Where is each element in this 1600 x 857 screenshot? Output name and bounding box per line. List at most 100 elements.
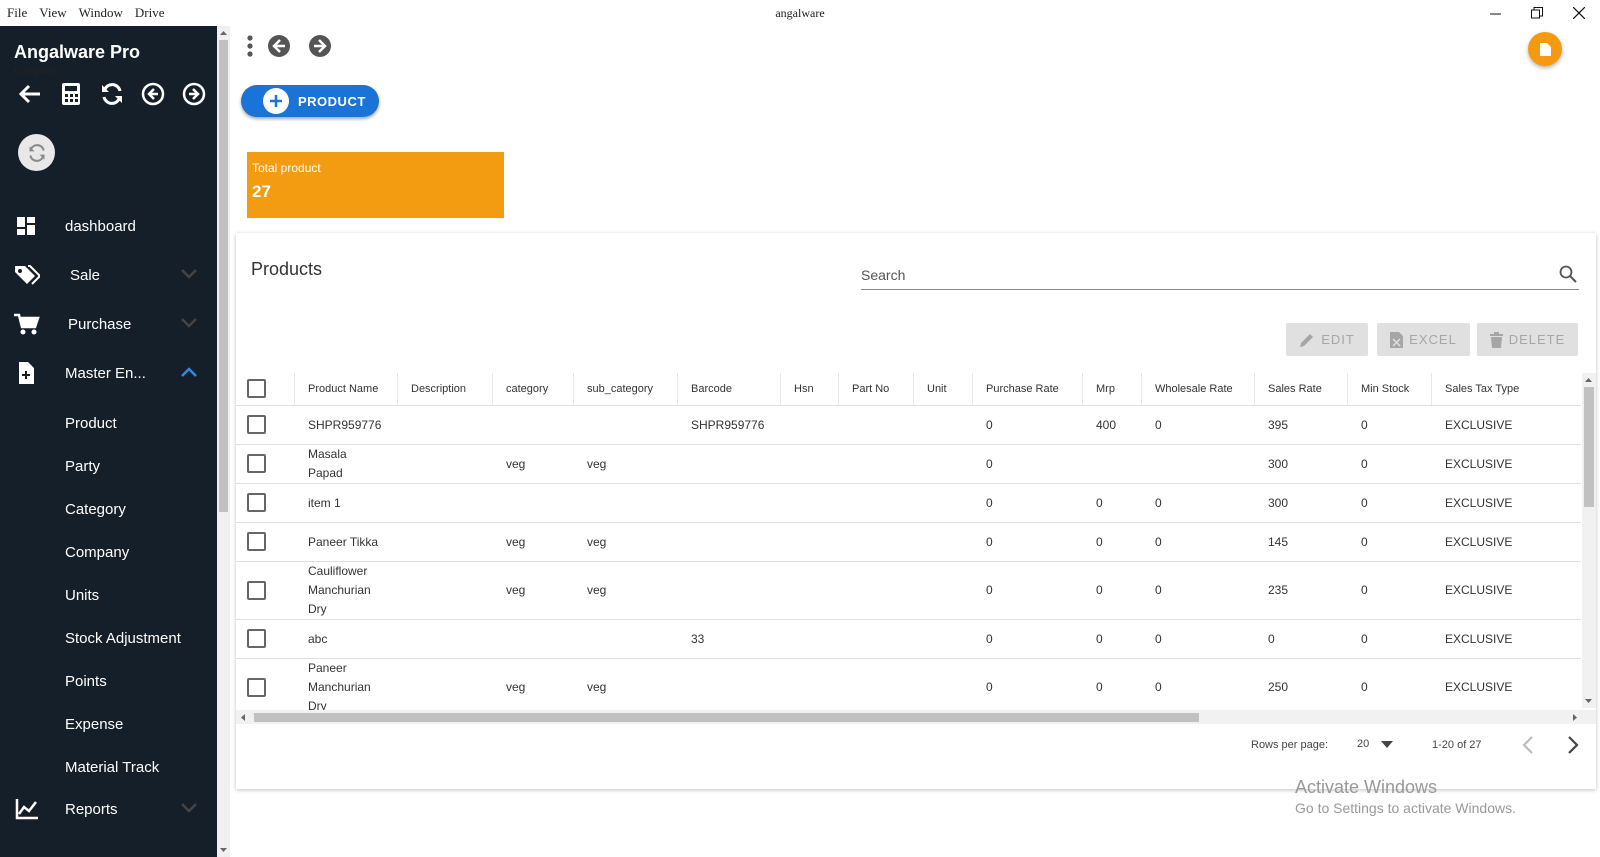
chart-line-icon — [15, 799, 38, 820]
column-header[interactable]: Barcode — [678, 373, 781, 406]
select-all-checkbox[interactable] — [247, 379, 266, 398]
delete-label: DELETE — [1508, 332, 1566, 347]
column-header[interactable]: Description — [398, 373, 493, 406]
column-header[interactable]: category — [493, 373, 574, 406]
trash-icon — [1489, 331, 1503, 348]
sidebar-subitem-expense[interactable]: Expense — [65, 716, 123, 733]
sidebar-subitem-material-track[interactable]: Material Track — [65, 759, 159, 776]
column-header[interactable]: Sales Tax Type — [1432, 373, 1581, 406]
scrollbar-thumb[interactable] — [219, 40, 228, 512]
sidebar-item-purchase[interactable]: Purchase — [0, 304, 210, 344]
cell-tax-type: EXCLUSIVE — [1445, 417, 1513, 432]
row-checkbox[interactable] — [247, 581, 266, 600]
title-bar: File View Window Drive angalware — [0, 0, 1600, 26]
circle-forward-icon[interactable] — [182, 82, 206, 106]
column-header[interactable]: Purchase Rate — [973, 373, 1083, 406]
pencil-icon — [1300, 333, 1314, 347]
cell-category: veg — [506, 534, 526, 549]
column-header[interactable]: sub_category — [574, 373, 678, 406]
circle-forward-icon[interactable] — [308, 34, 332, 58]
refresh-button[interactable] — [18, 134, 55, 171]
scroll-down-arrow-icon[interactable] — [1585, 698, 1592, 704]
table-row[interactable]: abc 33 0 0 0 0 0 EXCLUSIVE — [236, 620, 1581, 659]
cell-sales-rate: 0 — [1268, 631, 1275, 646]
sidebar-item-dashboard[interactable]: dashboard — [0, 206, 210, 246]
scroll-right-arrow-icon[interactable] — [1572, 714, 1578, 721]
table-row[interactable]: Paneer Tikka veg veg 0 0 0 145 0 EXCLUSI… — [236, 523, 1581, 562]
row-checkbox[interactable] — [247, 454, 266, 473]
row-checkbox[interactable] — [247, 678, 266, 697]
delete-button[interactable]: DELETE — [1477, 323, 1578, 356]
table-row[interactable]: Paneer Manchurian Dry veg veg 0 0 0 250 … — [236, 659, 1581, 717]
close-window-button[interactable] — [1558, 0, 1600, 26]
sidebar-subitem-points[interactable]: Points — [65, 673, 107, 690]
cell-tax-type: EXCLUSIVE — [1445, 495, 1513, 510]
chevron-right-icon[interactable] — [1567, 736, 1579, 754]
cell-sales-rate: 300 — [1268, 456, 1289, 471]
sidebar-subitem-category[interactable]: Category — [65, 501, 126, 518]
sync-icon[interactable] — [100, 82, 124, 106]
excel-button[interactable]: EXCEL — [1377, 323, 1470, 356]
circle-back-icon[interactable] — [141, 82, 165, 106]
column-header[interactable]: Wholesale Rate — [1142, 373, 1255, 406]
more-vert-icon[interactable] — [247, 35, 253, 57]
edit-label: EDIT — [1321, 332, 1355, 347]
scroll-down-arrow-icon[interactable] — [220, 847, 227, 853]
restore-button[interactable] — [1516, 0, 1558, 26]
row-checkbox[interactable] — [247, 532, 266, 551]
table-row[interactable]: Cauliflower Manchurian Dry veg veg 0 0 0… — [236, 562, 1581, 620]
search-input[interactable]: Search — [861, 263, 1579, 290]
document-fab-button[interactable] — [1528, 32, 1562, 66]
cell-wholesale-rate: 0 — [1155, 631, 1162, 646]
chevron-left-icon[interactable] — [1522, 736, 1534, 754]
back-arrow-icon[interactable] — [18, 82, 42, 106]
sidebar-subitem-party[interactable]: Party — [65, 458, 100, 475]
column-header[interactable]: Product Name — [295, 373, 398, 406]
header-select-cell — [236, 373, 295, 406]
scrollbar-thumb[interactable] — [1584, 387, 1594, 507]
rows-per-page-select[interactable]: 20 — [1357, 738, 1394, 750]
scroll-left-arrow-icon[interactable] — [240, 714, 246, 721]
sidebar-item-master-entry[interactable]: Master En... — [0, 353, 210, 393]
table-row[interactable]: SHPR959776 SHPR959776 0 400 0 395 0 EXCL… — [236, 406, 1581, 445]
column-header[interactable]: Sales Rate — [1255, 373, 1348, 406]
cell-product-name: Cauliflower Manchurian Dry — [308, 564, 371, 616]
cell-wholesale-rate: 0 — [1155, 583, 1162, 597]
calculator-icon[interactable] — [59, 82, 83, 106]
table-horizontal-scrollbar[interactable] — [236, 710, 1596, 724]
search-icon[interactable] — [1559, 265, 1577, 283]
top-toolbar — [247, 34, 332, 58]
sidebar-subitem-company[interactable]: Company — [65, 544, 129, 561]
circle-back-icon[interactable] — [267, 34, 291, 58]
scroll-up-arrow-icon[interactable] — [1585, 377, 1592, 383]
minimize-button[interactable] — [1474, 0, 1516, 26]
row-checkbox[interactable] — [247, 493, 266, 512]
cell-category: veg — [506, 583, 526, 597]
table-row[interactable]: Masala Papad veg veg 0 300 0 EXCLUSIVE — [236, 445, 1581, 484]
column-header[interactable]: Min Stock — [1348, 373, 1432, 406]
scroll-up-arrow-icon[interactable] — [220, 30, 227, 36]
cell-min-stock: 0 — [1361, 495, 1368, 510]
column-header[interactable]: Mrp — [1083, 373, 1142, 406]
sidebar-scrollbar[interactable] — [217, 26, 230, 857]
cell-sales-rate: 395 — [1268, 417, 1289, 432]
products-table: Product Name Description category sub_ca… — [236, 373, 1581, 718]
sidebar-item-label: Reports — [65, 800, 118, 818]
window-title: angalware — [775, 6, 825, 20]
table-vertical-scrollbar[interactable] — [1582, 373, 1596, 708]
scrollbar-thumb[interactable] — [254, 713, 1199, 722]
column-header[interactable]: Unit — [914, 373, 973, 406]
sidebar-item-sale[interactable]: Sale — [0, 255, 210, 295]
sidebar-subitem-stock-adjustment[interactable]: Stock Adjustment — [65, 630, 181, 647]
column-header[interactable]: Hsn — [781, 373, 839, 406]
edit-button[interactable]: EDIT — [1286, 323, 1368, 356]
row-checkbox[interactable] — [247, 629, 266, 648]
cell-purchase-rate: 0 — [986, 495, 993, 510]
column-header[interactable]: Part No — [839, 373, 914, 406]
sidebar-subitem-units[interactable]: Units — [65, 587, 99, 604]
table-row[interactable]: item 1 0 0 0 300 0 EXCLUSIVE — [236, 484, 1581, 523]
add-product-button[interactable]: PRODUCT — [241, 85, 379, 117]
sidebar-item-reports[interactable]: Reports — [0, 789, 210, 829]
row-checkbox[interactable] — [247, 415, 266, 434]
sidebar-subitem-product[interactable]: Product — [65, 415, 117, 432]
